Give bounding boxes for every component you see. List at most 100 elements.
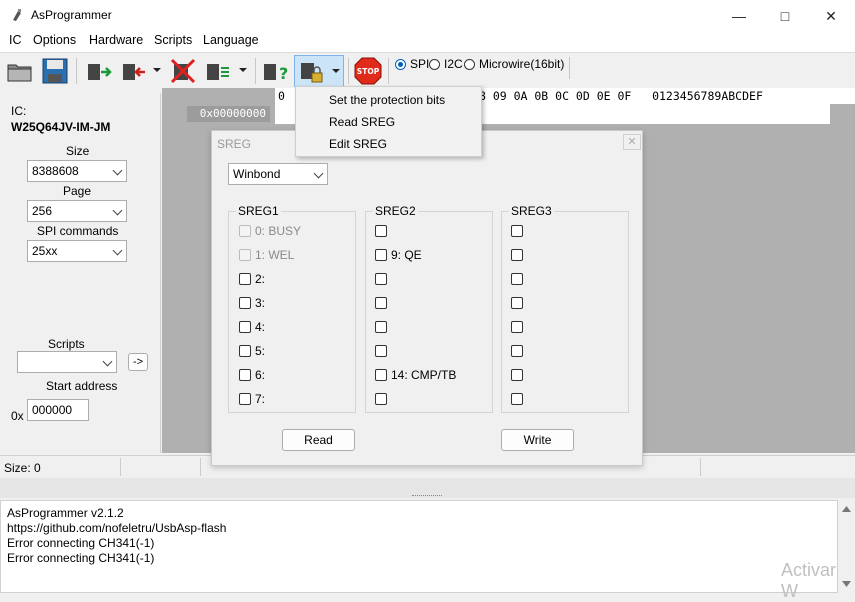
menu-language[interactable]: Language: [203, 33, 259, 47]
scripts-select[interactable]: [17, 351, 117, 373]
sreg3-bit20-checkbox[interactable]: [511, 321, 523, 333]
sreg1-bit2-label: 2:: [255, 272, 266, 286]
stop-icon[interactable]: STOP: [353, 56, 383, 86]
sreg2-bit12-checkbox[interactable]: [375, 321, 387, 333]
chevron-down-icon[interactable]: [152, 65, 162, 75]
spi-commands-label: SPI commands: [37, 224, 119, 238]
sreg3-bit16-checkbox[interactable]: [511, 225, 523, 237]
menu-ic[interactable]: IC: [9, 33, 22, 47]
toolbar: ? STOP SPI I2C Microwire(16bit): [0, 52, 855, 88]
start-address-label: Start address: [46, 379, 118, 393]
sreg2-bit14-label: 14: CMP/TB: [391, 368, 457, 382]
maximize-button[interactable]: □: [762, 0, 808, 32]
menu-item-set-protection[interactable]: Set the protection bits: [329, 93, 445, 107]
radio-microwire-label: Microwire(16bit): [479, 57, 565, 71]
sreg3-bit18-checkbox[interactable]: [511, 273, 523, 285]
page-label: Page: [63, 184, 92, 198]
sreg1-bit4-label: 4:: [255, 320, 266, 334]
write-chip-icon[interactable]: [119, 56, 149, 86]
close-button[interactable]: ✕: [808, 0, 854, 32]
sreg2-bit15-checkbox[interactable]: [375, 393, 387, 405]
log-output[interactable]: AsProgrammer v2.1.2 https://github.com/n…: [0, 500, 838, 593]
ic-label: IC:: [11, 104, 27, 118]
scripts-label: Scripts: [48, 337, 85, 351]
minimize-button[interactable]: —: [716, 0, 762, 32]
open-folder-icon[interactable]: [5, 56, 35, 86]
sreg3-bit21-checkbox[interactable]: [511, 345, 523, 357]
sreg2-bit9-label: 9: QE: [391, 248, 422, 262]
run-script-button[interactable]: ->: [128, 353, 148, 371]
erase-chip-icon[interactable]: [168, 56, 198, 86]
menu-hardware[interactable]: Hardware: [89, 33, 143, 47]
size-select[interactable]: 8388608: [27, 160, 127, 182]
menu-scripts[interactable]: Scripts: [154, 33, 192, 47]
sreg1-bit6-checkbox[interactable]: [239, 369, 251, 381]
title-bar: AsProgrammer — □ ✕: [0, 0, 855, 32]
sreg1-bit5-label: 5:: [255, 344, 266, 358]
page-select[interactable]: 256: [27, 200, 127, 222]
sreg3-title: SREG3: [509, 204, 554, 218]
sreg2-bit9-checkbox[interactable]: [375, 249, 387, 261]
sreg1-bit1-checkbox: [239, 249, 251, 261]
sreg3-bit19-checkbox[interactable]: [511, 297, 523, 309]
read-chip-icon[interactable]: [84, 56, 114, 86]
sreg1-bit2-checkbox[interactable]: [239, 273, 251, 285]
sreg-title: SREG: [217, 137, 252, 151]
chevron-down-icon: [332, 69, 340, 73]
start-address-input[interactable]: 000000: [27, 399, 89, 421]
sreg1-bit7-label: 7:: [255, 392, 266, 406]
menu-bar: IC Options Hardware Scripts Language: [0, 32, 855, 52]
sreg2-bit14-checkbox[interactable]: [375, 369, 387, 381]
sreg1-bit7-checkbox[interactable]: [239, 393, 251, 405]
menu-options[interactable]: Options: [33, 33, 76, 47]
radio-i2c-label: I2C: [444, 57, 463, 71]
sreg3-bit22-checkbox[interactable]: [511, 369, 523, 381]
log-line: Error connecting CH341(-1): [7, 536, 155, 550]
sreg2-bit13-checkbox[interactable]: [375, 345, 387, 357]
verify-chip-icon[interactable]: [203, 56, 233, 86]
size-label: Size: [66, 144, 90, 158]
sreg1-bit3-checkbox[interactable]: [239, 297, 251, 309]
sreg1-bit1-label: 1: WEL: [255, 248, 295, 262]
svg-text:STOP: STOP: [357, 67, 380, 76]
sreg3-bit23-checkbox[interactable]: [511, 393, 523, 405]
sreg-menu-button[interactable]: [294, 55, 344, 87]
app-icon: [13, 9, 21, 21]
dialog-close-button[interactable]: ✕: [623, 134, 641, 150]
spi-commands-select[interactable]: 25xx: [27, 240, 127, 262]
sreg2-group: SREG2: [365, 204, 493, 413]
sreg1-bit5-checkbox[interactable]: [239, 345, 251, 357]
lock-chip-icon: [301, 63, 323, 83]
menu-item-read-sreg[interactable]: Read SREG: [329, 115, 395, 129]
sreg2-title: SREG2: [373, 204, 418, 218]
hex-address: 0x00000000: [187, 106, 270, 122]
ic-name: W25Q64JV-IM-JM: [11, 120, 111, 134]
splitter[interactable]: [0, 478, 855, 498]
write-sreg-button[interactable]: Write: [501, 429, 574, 451]
sreg2-bit8-checkbox[interactable]: [375, 225, 387, 237]
blank-check-icon[interactable]: ?: [260, 56, 290, 86]
menu-item-edit-sreg[interactable]: Edit SREG: [329, 137, 387, 151]
sreg1-title: SREG1: [236, 204, 281, 218]
sreg2-bit10-checkbox[interactable]: [375, 273, 387, 285]
radio-microwire[interactable]: [464, 59, 475, 70]
svg-text:?: ?: [279, 64, 288, 83]
start-address-prefix: 0x: [11, 409, 24, 423]
sreg1-bit6-label: 6:: [255, 368, 266, 382]
vendor-select[interactable]: Winbond: [228, 163, 328, 185]
radio-spi[interactable]: [395, 59, 406, 70]
save-icon[interactable]: [40, 56, 70, 86]
sreg1-group: SREG1: [228, 204, 356, 413]
sreg-dropdown-menu: Set the protection bits Read SREG Edit S…: [295, 86, 482, 157]
sreg3-group: SREG3: [501, 204, 629, 413]
scroll-up-icon[interactable]: [842, 506, 851, 512]
sreg1-bit4-checkbox[interactable]: [239, 321, 251, 333]
status-size: Size: 0: [4, 461, 41, 475]
radio-i2c[interactable]: [429, 59, 440, 70]
sreg2-bit11-checkbox[interactable]: [375, 297, 387, 309]
read-sreg-button[interactable]: Read: [282, 429, 355, 451]
log-line: Error connecting CH341(-1): [7, 551, 155, 565]
sreg3-bit17-checkbox[interactable]: [511, 249, 523, 261]
log-line: https://github.com/nofeletru/UsbAsp-flas…: [7, 521, 227, 535]
chevron-down-icon[interactable]: [238, 65, 248, 75]
